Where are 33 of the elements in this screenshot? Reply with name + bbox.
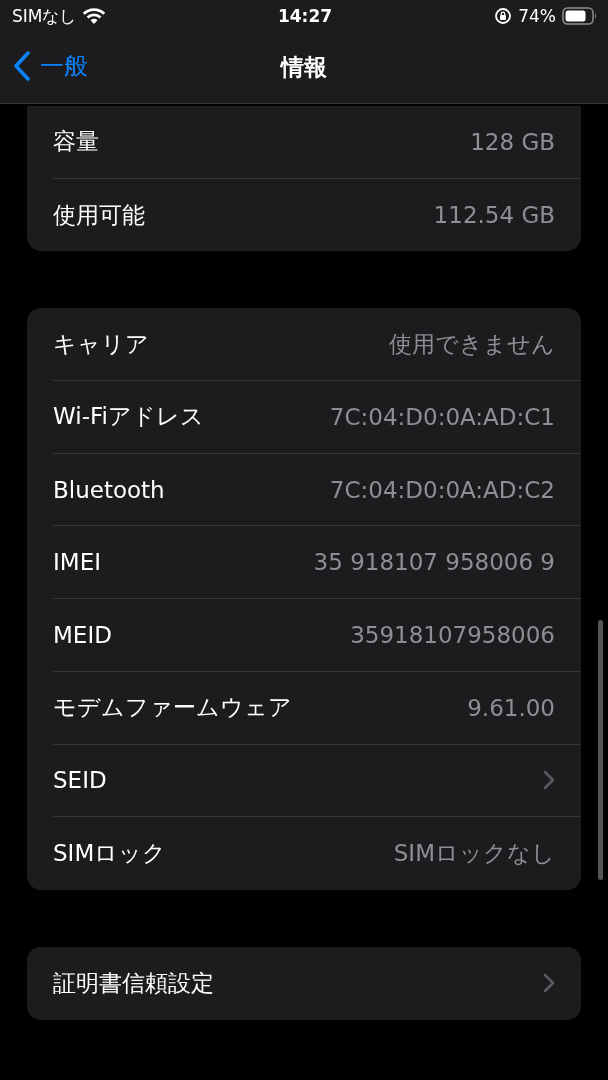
back-button[interactable]: 一般 <box>12 50 88 82</box>
row-value: SIMロックなし <box>393 839 555 869</box>
row-value: 9.61.00 <box>467 694 555 721</box>
row-value: 128 GB <box>470 128 555 155</box>
rotation-lock-icon <box>494 7 513 25</box>
row-value: 7C:04:D0:0A:AD:C2 <box>329 476 555 503</box>
row-value: 使用できません <box>389 329 555 359</box>
carrier-label: SIMなし <box>12 4 77 28</box>
row-label: SEID <box>53 767 107 794</box>
row-value: 35918107958006 <box>350 621 555 648</box>
row-label: モデムファームウェア <box>53 693 292 723</box>
row-value: 112.54 GB <box>433 202 555 229</box>
row-label: 容量 <box>53 127 99 157</box>
row-label: キャリア <box>53 329 149 359</box>
wifi-icon <box>82 7 107 25</box>
row-label: Bluetooth <box>53 476 165 503</box>
row-value: 7C:04:D0:0A:AD:C1 <box>329 403 555 430</box>
settings-row-link[interactable]: 証明書信頼設定 <box>53 946 581 1020</box>
chevron-right-icon <box>543 973 555 994</box>
row-label: MEID <box>53 621 112 648</box>
row-label: SIMロック <box>53 839 167 869</box>
row-label: Wi-Fiアドレス <box>53 402 204 432</box>
status-time: 14:27 <box>277 6 333 26</box>
row-label: 使用可能 <box>53 200 145 230</box>
chevron-right-icon <box>543 770 555 791</box>
row-label: 証明書信頼設定 <box>53 968 214 998</box>
nav-title: 情報 <box>281 53 327 82</box>
row-value: 35 918107 958006 9 <box>313 549 555 576</box>
battery-icon <box>562 7 598 25</box>
chevron-left-icon <box>12 51 32 81</box>
settings-row-link[interactable]: SEID <box>53 744 581 818</box>
battery-percent: 74% <box>518 6 556 26</box>
row-label: IMEI <box>53 549 101 576</box>
